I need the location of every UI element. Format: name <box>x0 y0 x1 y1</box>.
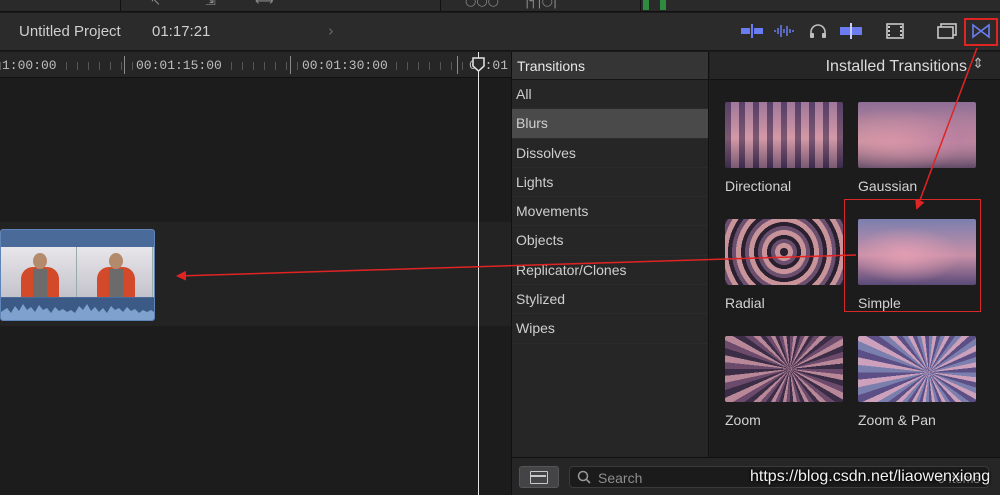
audio-meter-left <box>643 0 649 10</box>
transition-label: Gaussian <box>858 178 918 194</box>
video-clip[interactable] <box>0 229 155 321</box>
clip-audio-waveform <box>1 298 154 320</box>
chevron-right-icon[interactable]: › <box>328 22 334 40</box>
installed-transitions-popup[interactable]: Installed Transitions <box>826 58 967 76</box>
transition-tile-gaussian[interactable]: Gaussian <box>858 102 976 194</box>
transition-thumbnail[interactable] <box>858 336 976 402</box>
chevron-updown-icon[interactable]: ⇕ <box>972 56 984 72</box>
transition-tile-zoom-pan[interactable]: Zoom & Pan <box>858 336 976 428</box>
clip-frame <box>77 247 153 297</box>
category-replicator-clones[interactable]: Replicator/Clones <box>512 256 708 286</box>
ruler-major-tick <box>290 56 291 74</box>
toolbar-divider <box>640 0 641 12</box>
transition-label: Zoom & Pan <box>858 412 936 428</box>
transitions-category-list: Transitions All Blurs Dissolves Lights M… <box>512 52 709 457</box>
audio-meter-right <box>660 0 666 10</box>
transition-label: Zoom <box>725 412 761 428</box>
sidebar-toggle-button[interactable] <box>519 466 559 488</box>
clip-appearance-icon[interactable] <box>882 19 908 43</box>
ruler-ticks <box>0 62 511 70</box>
transition-tile-zoom[interactable]: Zoom <box>725 336 843 428</box>
watermark: https://blog.csdn.net/liaowenxiong <box>750 468 991 485</box>
transitions-list-header[interactable]: Transitions <box>512 52 708 80</box>
tool-arrows-icon[interactable]: ⟷ <box>255 0 274 9</box>
audio-waveform-icon[interactable] <box>772 19 798 43</box>
clip-frame <box>1 247 77 297</box>
playhead[interactable] <box>478 52 479 495</box>
tool-range-icon[interactable]: ⇲ <box>205 0 216 9</box>
grid-header: Installed Transitions ⇕ <box>710 52 1000 80</box>
toolbar-divider <box>120 0 121 12</box>
category-dissolves[interactable]: Dissolves <box>512 139 708 168</box>
category-stylized[interactable]: Stylized <box>512 285 708 315</box>
category-movements[interactable]: Movements <box>512 197 708 227</box>
transition-thumbnail[interactable] <box>858 102 976 168</box>
category-all[interactable]: All <box>512 80 708 110</box>
timecode-display-icon: ○○○ <box>465 0 500 9</box>
timecode-digits-icon: |┤|○| <box>525 0 558 9</box>
transition-tile-radial[interactable]: Radial <box>725 219 843 311</box>
ruler-major-tick <box>124 56 125 74</box>
category-wipes[interactable]: Wipes <box>512 314 708 344</box>
category-objects[interactable]: Objects <box>512 226 708 256</box>
sidebar-icon <box>530 471 548 484</box>
browser-toggle-icon[interactable] <box>934 19 960 43</box>
toolbar-divider <box>440 0 441 12</box>
transition-thumbnail[interactable] <box>725 219 843 285</box>
timeline-ruler[interactable]: 1:00:00 00:01:15:00 00:01:30:00 00:01 <box>0 52 511 78</box>
transition-label: Directional <box>725 178 792 194</box>
snapping-icon[interactable] <box>838 19 864 43</box>
tool-select-icon[interactable]: ↖ <box>150 0 161 9</box>
transition-thumbnail[interactable] <box>725 102 843 168</box>
playhead-handle-icon[interactable] <box>472 57 485 72</box>
project-title: Untitled Project <box>19 23 121 40</box>
ruler-label: 00:01:30:00 <box>302 58 388 73</box>
category-lights[interactable]: Lights <box>512 168 708 198</box>
ruler-label: 1:00:00 <box>2 58 57 73</box>
video-audio-split-icon[interactable] <box>739 19 765 43</box>
transition-label: Radial <box>725 295 765 311</box>
headphones-icon[interactable] <box>805 19 831 43</box>
transitions-button-highlight <box>964 18 998 46</box>
category-blurs[interactable]: Blurs <box>512 109 708 139</box>
top-toolbar-strip: ↖ ⇲ ⟷ ○○○ |┤|○| <box>0 0 1000 12</box>
transition-tile-directional[interactable]: Directional <box>725 102 843 194</box>
timeline[interactable]: 1:00:00 00:01:15:00 00:01:30:00 00:01 <box>0 52 511 495</box>
project-duration: 01:17:21 <box>152 23 211 40</box>
ruler-major-tick <box>457 56 458 74</box>
ruler-label: 00:01:15:00 <box>136 58 222 73</box>
clip-filmstrip <box>1 247 154 297</box>
timeline-header: Untitled Project 01:17:21 › <box>0 13 1000 51</box>
search-icon <box>577 470 591 484</box>
simple-tile-highlight <box>844 199 981 312</box>
transition-thumbnail[interactable] <box>725 336 843 402</box>
